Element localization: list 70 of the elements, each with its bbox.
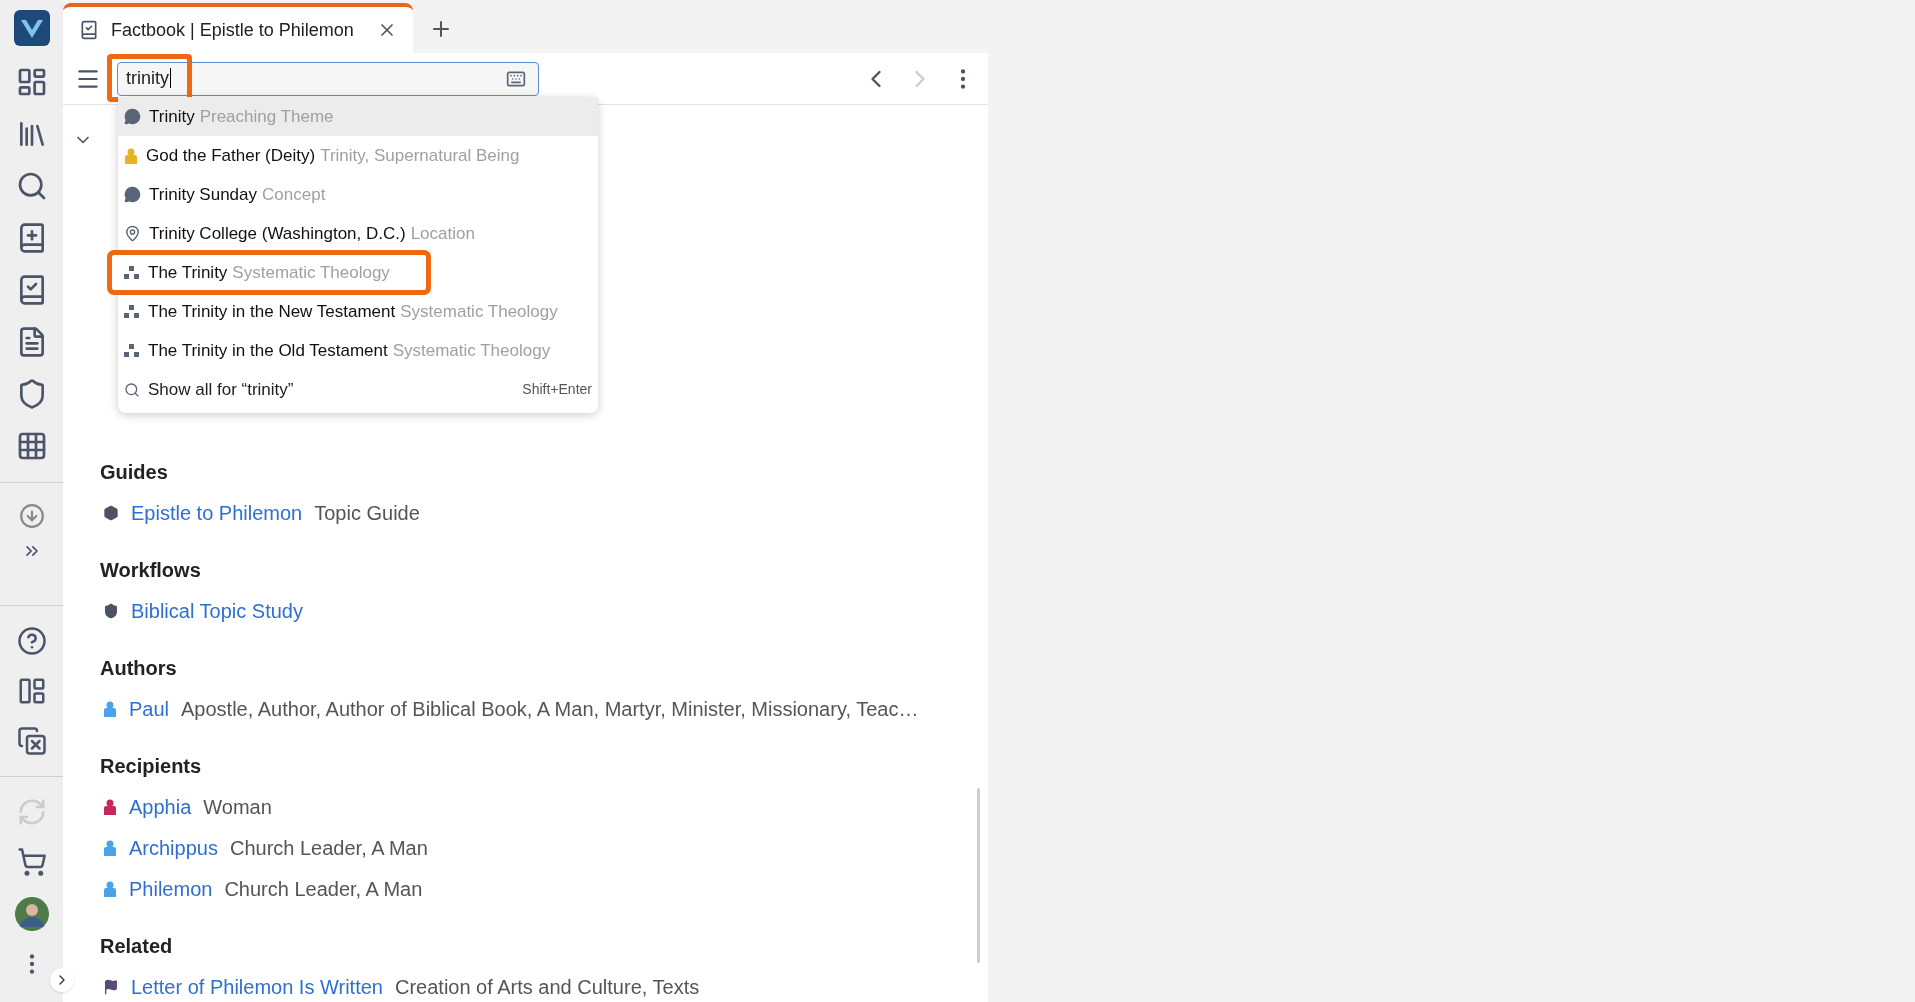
suggestion-type: Systematic Theology	[400, 300, 558, 323]
entry-link[interactable]: Biblical Topic Study	[131, 596, 303, 626]
entry-link[interactable]: Philemon	[129, 874, 213, 904]
blocks-icon	[124, 343, 140, 358]
suggestion-title: God the Father (Deity)	[146, 144, 316, 167]
group-heading: Guides	[100, 460, 169, 485]
entry-detail: Creation of Arts and Culture, Texts	[394, 975, 700, 1000]
download-icon[interactable]	[18, 503, 45, 529]
suggestion-item[interactable]: God the Father (Deity) Trinity, Supernatural Being	[118, 136, 598, 175]
avatar-icon[interactable]	[14, 897, 49, 931]
suggestion-item[interactable]: The Trinity in the Old Testament Systematic Theology	[118, 331, 598, 370]
suggestion-type: Systematic Theology	[392, 339, 551, 362]
cart-icon[interactable]	[16, 847, 47, 877]
shortcut-hint: Shift+Enter	[522, 380, 592, 399]
entry-link[interactable]: Apphia	[129, 792, 192, 822]
suggestion-type: Preaching Theme	[199, 105, 334, 128]
blocks-icon	[124, 265, 140, 280]
suggestion-type: Location	[410, 222, 475, 245]
entry-detail: Church Leader, A Man	[229, 836, 428, 861]
group-heading: Authors	[100, 656, 178, 681]
entry-link[interactable]: Archippus	[129, 833, 218, 863]
show-all-label: Show all for “trinity”	[148, 378, 295, 401]
help-icon[interactable]	[16, 626, 47, 656]
show-all-item[interactable]: Show all for “trinity” Shift+Enter	[118, 370, 598, 409]
person-icon	[124, 147, 138, 164]
logo-icon[interactable]	[13, 10, 50, 46]
speech-bubble-icon	[124, 108, 141, 125]
entry-link[interactable]: Letter of Philemon Is Written	[131, 972, 383, 1002]
suggestion-type: Concept	[262, 183, 326, 206]
suggestion-type: Trinity, Supernatural Being	[320, 144, 520, 167]
person-icon	[103, 701, 117, 717]
entry-detail: Woman	[203, 795, 272, 820]
suggestion-item[interactable]: Trinity College (Washington, D.C.) Location	[118, 214, 598, 253]
group-heading: Recipients	[100, 754, 203, 779]
hexagon-icon	[103, 505, 119, 521]
suggestion-item[interactable]: The Trinity Systematic Theology	[110, 253, 428, 292]
person-icon	[103, 881, 117, 897]
expand-button[interactable]	[50, 968, 74, 992]
shield-icon	[103, 603, 119, 619]
checklist-book-icon	[79, 20, 99, 40]
suggestion-type: Systematic Theology	[232, 261, 390, 284]
suggestion-item[interactable]: Trinity Preaching Theme	[118, 97, 598, 136]
person-icon	[103, 840, 117, 856]
suggestion-item[interactable]: The Trinity in the New Testament Systematic Theology	[118, 292, 598, 331]
suggestion-item[interactable]: Trinity Sunday Concept	[118, 175, 598, 214]
group-heading: Related	[100, 934, 174, 959]
speech-bubble-icon	[124, 186, 141, 203]
suggestion-title: The Trinity in the Old Testament	[148, 339, 388, 362]
entry-link[interactable]: Epistle to Philemon	[131, 498, 303, 528]
group-heading: Workflows	[100, 558, 202, 583]
entry-link[interactable]: Paul	[129, 694, 170, 724]
close-windows-icon[interactable]	[16, 726, 47, 756]
entry-detail: Apostle, Author, Author of Biblical Book, A Man, Martyr, Minister, Missionary, Teac…	[181, 697, 919, 722]
search-icon	[124, 381, 140, 398]
tab-title: Factbook | Epistle to Philemon	[111, 18, 355, 42]
suggestion-title: Trinity	[149, 105, 195, 128]
search-field[interactable]: trinity	[117, 61, 539, 96]
entry-detail: Topic Guide	[314, 501, 420, 526]
blocks-icon	[124, 304, 140, 319]
scrollbar[interactable]	[977, 788, 980, 963]
suggestion-title: Trinity Sunday	[149, 183, 258, 206]
tab[interactable]: Factbook | Epistle to Philemon	[63, 3, 413, 53]
suggestion-title: Trinity College (Washington, D.C.)	[149, 222, 406, 245]
suggestion-title: The Trinity in the New Testament	[148, 300, 396, 323]
flag-icon	[103, 979, 119, 995]
entry-detail: Church Leader, A Man	[224, 877, 423, 902]
map-pin-icon	[124, 225, 141, 242]
person-icon	[103, 799, 117, 815]
suggestion-title: The Trinity	[148, 261, 228, 284]
search-text: trinity	[126, 65, 506, 92]
